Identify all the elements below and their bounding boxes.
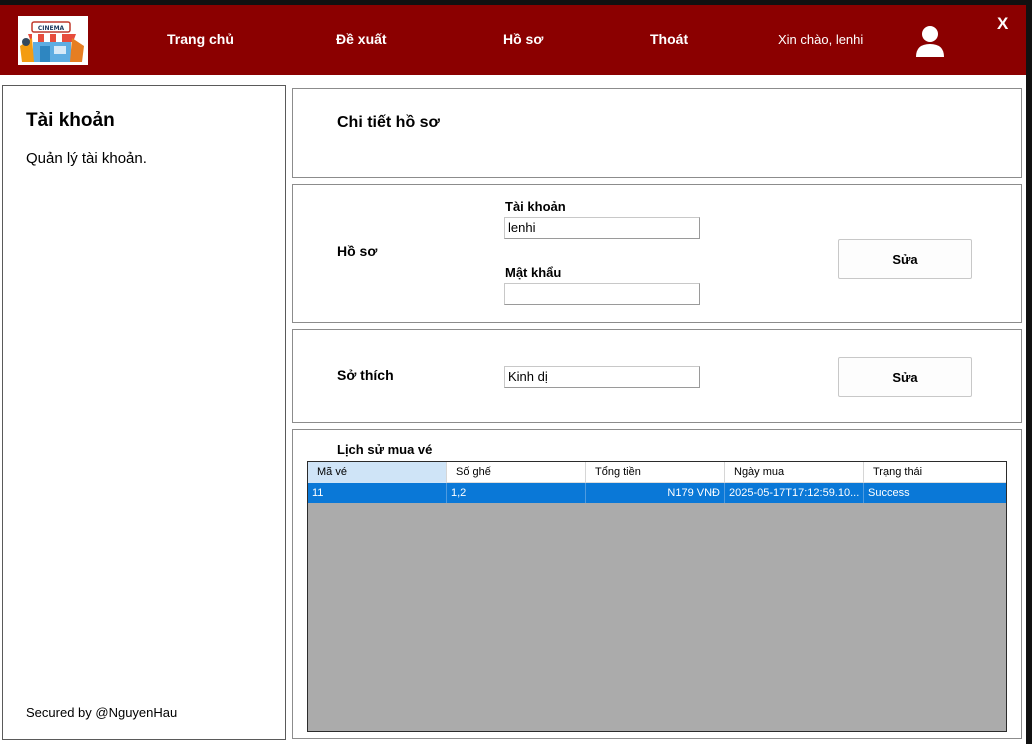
hobby-field[interactable]: Kinh dị [504, 366, 700, 388]
detail-title: Chi tiết hồ sơ [337, 114, 440, 131]
profile-panel: Hồ sơ Tài khoản lenhi Mật khẩu Sửa [292, 184, 1022, 323]
cell-ticket-id[interactable]: 11 [308, 483, 447, 503]
nav-profile[interactable]: Hồ sơ [503, 31, 543, 47]
sidebar-footer: Secured by @NguyenHau [26, 705, 178, 720]
column-header-date[interactable]: Ngày mua [725, 462, 864, 483]
password-label: Mật khẩu [505, 265, 562, 280]
grid-header: Mã vé Số ghế Tổng tiền Ngày mua Trạng th… [308, 462, 1006, 483]
column-header-seats[interactable]: Số ghế [447, 462, 586, 483]
column-header-ticket-id[interactable]: Mã vé [308, 462, 447, 483]
account-label: Tài khoản [505, 199, 566, 214]
nav-home[interactable]: Trang chủ [167, 31, 234, 47]
greeting-text: Xin chào, lenhi [778, 32, 864, 47]
column-header-status[interactable]: Trạng thái [864, 462, 1006, 483]
edit-profile-button[interactable]: Sửa [838, 239, 972, 279]
cinema-logo: CINEMA [18, 16, 88, 65]
cell-total[interactable]: N179 VNĐ [586, 483, 725, 503]
top-nav-bar: CINEMA Trang chủ Đề xuất Hồ sơ Thoát Xin… [0, 5, 1026, 75]
nav-logout[interactable]: Thoát [650, 31, 688, 47]
edit-hobby-button[interactable]: Sửa [838, 357, 972, 397]
sidebar-subtitle: Quản lý tài khoản. [26, 150, 147, 167]
cell-status[interactable]: Success [864, 483, 1006, 503]
column-header-total[interactable]: Tổng tiền [586, 462, 725, 483]
profile-window: CINEMA Trang chủ Đề xuất Hồ sơ Thoát Xin… [0, 5, 1026, 744]
sidebar-title: Tài khoản [26, 110, 115, 131]
history-title: Lịch sử mua vé [337, 442, 433, 457]
account-field[interactable]: lenhi [504, 217, 700, 239]
close-button[interactable]: X [997, 14, 1008, 34]
svg-text:CINEMA: CINEMA [38, 25, 65, 32]
history-panel: Lịch sử mua vé Mã vé Số ghế Tổng tiền Ng… [292, 429, 1022, 739]
cell-seats[interactable]: 1,2 [447, 483, 586, 503]
detail-panel: Chi tiết hồ sơ [292, 88, 1022, 178]
cell-date[interactable]: 2025-05-17T17:12:59.10... [725, 483, 864, 503]
nav-suggestions[interactable]: Đề xuất [336, 31, 387, 47]
user-icon[interactable] [914, 24, 946, 58]
sidebar: Tài khoản Quản lý tài khoản. Secured by … [2, 85, 286, 740]
table-row[interactable]: 11 1,2 N179 VNĐ 2025-05-17T17:12:59.10..… [308, 483, 1006, 503]
hobby-title: Sở thích [337, 367, 394, 383]
password-field[interactable] [504, 283, 700, 305]
ticket-history-grid[interactable]: Mã vé Số ghế Tổng tiền Ngày mua Trạng th… [307, 461, 1007, 732]
profile-title: Hồ sơ [337, 243, 378, 259]
hobby-panel: Sở thích Kinh dị Sửa [292, 329, 1022, 423]
header-divider [0, 75, 1026, 84]
